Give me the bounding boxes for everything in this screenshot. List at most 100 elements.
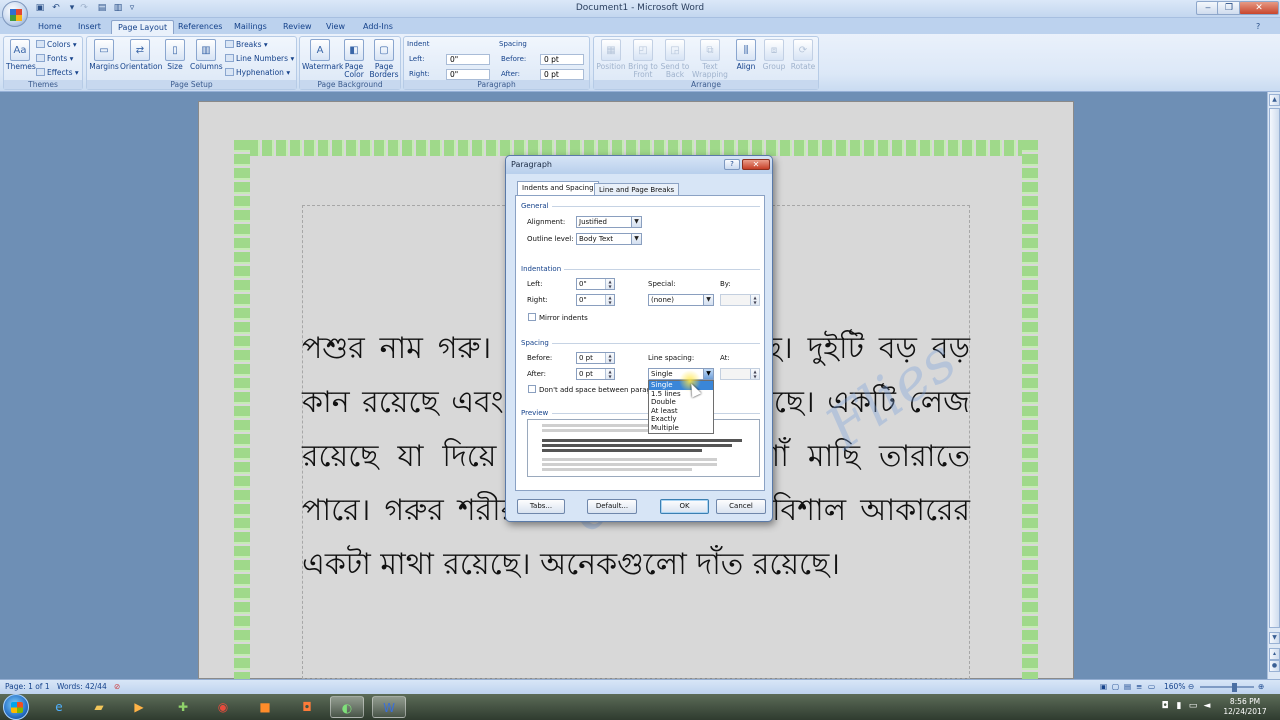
spinner-arrows-icon[interactable]: ▲ ▼ bbox=[605, 353, 614, 363]
close-button[interactable]: ✕ bbox=[1239, 1, 1279, 15]
outline-level-select[interactable]: Body Text ▼ bbox=[576, 233, 642, 245]
tab-mailings[interactable]: Mailings bbox=[234, 20, 267, 34]
spinner-arrows-icon[interactable]: ▲ ▼ bbox=[605, 369, 614, 379]
tray-settings-icon[interactable]: ◘ bbox=[1160, 701, 1170, 711]
tab-view[interactable]: View bbox=[326, 20, 345, 34]
spacing-before-field[interactable]: 0 pt bbox=[540, 54, 584, 65]
special-select[interactable]: (none) ▼ bbox=[648, 294, 714, 306]
tab-page-layout[interactable]: Page Layout bbox=[111, 20, 175, 34]
media-player-icon[interactable]: ▶ bbox=[122, 696, 156, 718]
size-button[interactable]: ▯ Size bbox=[163, 39, 187, 71]
line-numbers-button[interactable]: Line Numbers ▾ bbox=[225, 54, 294, 63]
internet-explorer-icon[interactable]: e bbox=[42, 696, 76, 718]
spinner-arrows-icon[interactable]: ▲ ▼ bbox=[750, 369, 759, 379]
orange-app-icon[interactable]: ■ bbox=[248, 696, 282, 718]
spinner-arrows-icon[interactable]: ▲ ▼ bbox=[605, 279, 614, 289]
bring-to-front-button[interactable]: ◰ Bring to Front bbox=[627, 39, 659, 79]
mirror-indents-checkbox[interactable] bbox=[528, 313, 536, 321]
tab-references[interactable]: References bbox=[178, 20, 222, 34]
option-at-least[interactable]: At least bbox=[649, 407, 713, 416]
spinner-arrows-icon[interactable]: ▲ ▼ bbox=[605, 295, 614, 305]
option-exactly[interactable]: Exactly bbox=[649, 415, 713, 424]
tab-insert[interactable]: Insert bbox=[78, 20, 101, 34]
text-wrapping-button[interactable]: ⧉ Text Wrapping bbox=[692, 39, 728, 79]
scroll-up-icon[interactable]: ▲ bbox=[1269, 94, 1280, 106]
margins-button[interactable]: ▭ Margins bbox=[89, 39, 119, 71]
default-button[interactable]: Default... bbox=[587, 499, 637, 514]
effects-button[interactable]: Effects ▾ bbox=[36, 68, 79, 77]
tab-indents-and-spacing[interactable]: Indents and Spacing bbox=[517, 181, 599, 196]
powerpoint-icon[interactable]: ◘ bbox=[290, 696, 324, 718]
start-button[interactable] bbox=[3, 694, 29, 720]
option-double[interactable]: Double bbox=[649, 398, 713, 407]
spinner-arrows-icon[interactable]: ▲ ▼ bbox=[750, 295, 759, 305]
browse-object-icon[interactable]: ● bbox=[1269, 660, 1280, 672]
zoom-in-icon[interactable]: ⊕ bbox=[1258, 680, 1264, 694]
page-borders-button[interactable]: ▢ Page Borders bbox=[369, 39, 399, 79]
tray-network-icon[interactable]: ▮ bbox=[1174, 701, 1184, 711]
send-to-back-button[interactable]: ◲ Send to Back bbox=[660, 39, 690, 79]
group-button[interactable]: ⧈ Group bbox=[761, 39, 787, 71]
fonts-button[interactable]: Fonts ▾ bbox=[36, 54, 73, 63]
indent-left-spinner[interactable]: 0" ▲ ▼ bbox=[576, 278, 615, 290]
green-globe-icon[interactable]: ◐ bbox=[330, 696, 364, 718]
indent-right-spinner[interactable]: 0" ▲ ▼ bbox=[576, 294, 615, 306]
page-color-button[interactable]: ◧ Page Color bbox=[340, 39, 368, 79]
spacing-after-field[interactable]: 0 pt bbox=[540, 69, 584, 80]
tabs-button[interactable]: Tabs... bbox=[517, 499, 565, 514]
full-screen-view-icon[interactable]: ▢ bbox=[1112, 680, 1119, 694]
watermark-button[interactable]: A Watermark bbox=[302, 39, 343, 71]
maximize-button[interactable]: ❐ bbox=[1217, 1, 1241, 15]
rotate-button[interactable]: ⟳ Rotate bbox=[789, 39, 817, 71]
zoom-slider[interactable] bbox=[1200, 686, 1254, 688]
spacing-after-spinner[interactable]: 0 pt ▲ ▼ bbox=[576, 368, 615, 380]
tab-add-ins[interactable]: Add-Ins bbox=[363, 20, 393, 34]
vertical-scrollbar[interactable]: ▲ ▼ ▴ ● bbox=[1267, 92, 1280, 679]
option-1-5-lines[interactable]: 1.5 lines bbox=[649, 390, 713, 399]
position-button[interactable]: ▦ Position bbox=[596, 39, 626, 71]
hyphenation-button[interactable]: Hyphenation ▾ bbox=[225, 68, 290, 77]
zoom-level[interactable]: 160% bbox=[1164, 680, 1185, 694]
help-icon[interactable]: ? bbox=[1256, 20, 1260, 34]
web-layout-view-icon[interactable]: ▤ bbox=[1124, 680, 1131, 694]
dialog-help-button[interactable]: ? bbox=[724, 159, 740, 170]
ok-button[interactable]: OK bbox=[660, 499, 709, 514]
scroll-down-icon[interactable]: ▼ bbox=[1269, 632, 1280, 644]
tray-battery-icon[interactable]: ▭ bbox=[1188, 701, 1198, 711]
zoom-slider-thumb[interactable] bbox=[1232, 683, 1237, 692]
indent-right-field[interactable]: 0" bbox=[446, 69, 490, 80]
file-explorer-icon[interactable]: ▰ bbox=[82, 696, 116, 718]
tab-review[interactable]: Review bbox=[283, 20, 312, 34]
word-icon[interactable]: W bbox=[372, 696, 406, 718]
columns-button[interactable]: ▥ Columns bbox=[190, 39, 223, 71]
themes-button[interactable]: Aa Themes bbox=[6, 39, 36, 71]
dialog-close-button[interactable]: ✕ bbox=[742, 159, 770, 170]
system-clock[interactable]: 8:56 PM 12/24/2017 bbox=[1222, 697, 1268, 717]
colors-button[interactable]: Colors ▾ bbox=[36, 40, 77, 49]
page-count[interactable]: Page: 1 of 1 bbox=[5, 680, 50, 694]
chrome-icon[interactable]: ◉ bbox=[206, 696, 240, 718]
print-layout-view-icon[interactable]: ▣ bbox=[1100, 680, 1107, 694]
breaks-button[interactable]: Breaks ▾ bbox=[225, 40, 268, 49]
spacing-before-spinner[interactable]: 0 pt ▲ ▼ bbox=[576, 352, 615, 364]
office-button[interactable] bbox=[2, 1, 28, 27]
previous-page-icon[interactable]: ▴ bbox=[1269, 648, 1280, 660]
green-app-icon[interactable]: ✚ bbox=[166, 696, 200, 718]
scroll-thumb[interactable] bbox=[1269, 108, 1280, 628]
at-spinner[interactable]: ▲ ▼ bbox=[720, 368, 760, 380]
cancel-button[interactable]: Cancel bbox=[716, 499, 766, 514]
align-button[interactable]: ⫼ Align bbox=[733, 39, 759, 71]
alignment-select[interactable]: Justified ▼ bbox=[576, 216, 642, 228]
proofing-icon[interactable]: ⊘ bbox=[114, 680, 120, 694]
indent-left-field[interactable]: 0" bbox=[446, 54, 490, 65]
option-multiple[interactable]: Multiple bbox=[649, 424, 713, 433]
tab-home[interactable]: Home bbox=[38, 20, 62, 34]
by-spinner[interactable]: ▲ ▼ bbox=[720, 294, 760, 306]
orientation-button[interactable]: ⇄ Orientation bbox=[120, 39, 162, 71]
word-count[interactable]: Words: 42/44 bbox=[57, 680, 107, 694]
outline-view-icon[interactable]: ≡ bbox=[1136, 680, 1142, 694]
dont-add-space-checkbox[interactable] bbox=[528, 385, 536, 393]
zoom-out-icon[interactable]: ⊖ bbox=[1188, 680, 1194, 694]
draft-view-icon[interactable]: ▭ bbox=[1148, 680, 1155, 694]
tray-volume-icon[interactable]: ◄ bbox=[1202, 701, 1212, 711]
